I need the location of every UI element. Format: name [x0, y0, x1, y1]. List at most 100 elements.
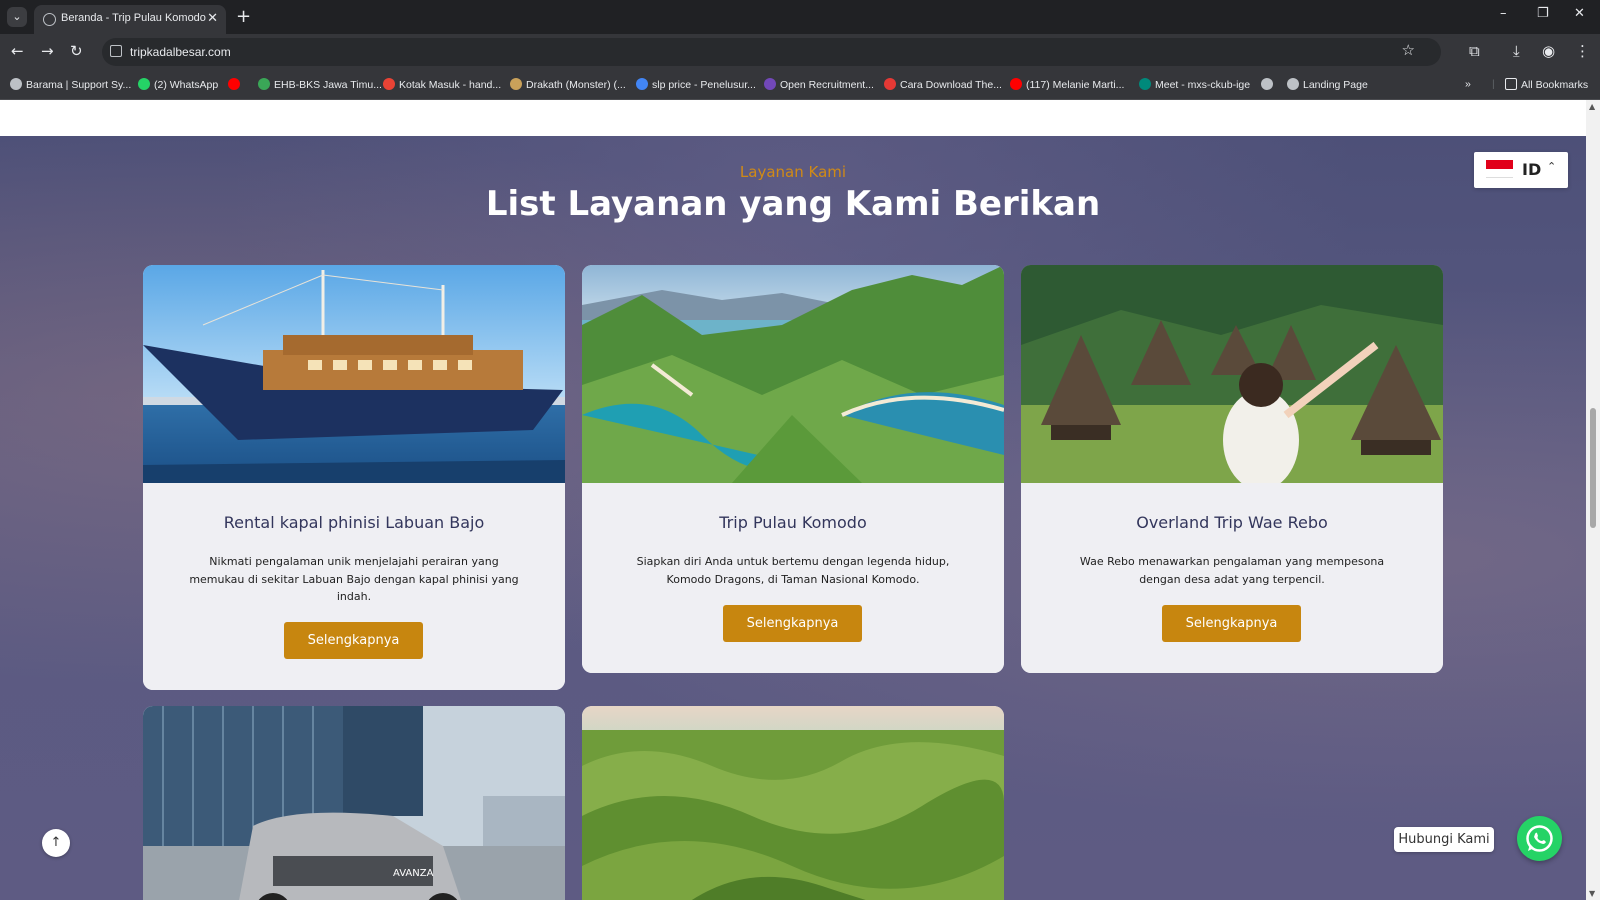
bookmark-label: (2) WhatsApp — [154, 79, 219, 91]
service-card-car-rental: AVANZA — [143, 706, 565, 900]
toyota-avanza-image: AVANZA — [143, 706, 565, 900]
forward-button[interactable]: → — [41, 42, 54, 60]
selengkapnya-button[interactable]: Selengkapnya — [284, 622, 423, 659]
bookmark-label: Cara Download The... — [900, 79, 1002, 91]
close-window-button[interactable]: ✕ — [1574, 6, 1585, 21]
bookmark-item[interactable]: Barama | Support Sy... — [10, 78, 131, 91]
language-code: ID — [1522, 160, 1542, 179]
new-tab-button[interactable]: + — [236, 6, 251, 27]
wae-rebo-image — [1021, 265, 1443, 483]
chevron-up-icon: ⌃ — [1547, 160, 1557, 173]
bookmark-label: (117) Melanie Marti... — [1026, 79, 1125, 91]
youtube-icon — [1010, 78, 1022, 90]
bookmark-item[interactable]: (2) WhatsApp — [138, 78, 218, 91]
menu-icon[interactable]: ⋮ — [1575, 42, 1590, 60]
site-icon — [258, 78, 270, 90]
globe-icon — [1287, 78, 1299, 90]
all-bookmarks-label: All Bookmarks — [1521, 79, 1589, 91]
scroll-up-arrow-icon[interactable]: ▲ — [1589, 102, 1595, 111]
download-icon[interactable]: ⤓ — [1513, 42, 1520, 60]
page-header-strip — [0, 100, 1586, 136]
service-card-phinisi: Rental kapal phinisi Labuan Bajo Nikmati… — [143, 265, 565, 690]
whatsapp-icon — [1526, 825, 1553, 852]
bookmark-label: Meet - mxs-ckub-ige — [1155, 79, 1251, 91]
site-info-icon[interactable] — [110, 45, 122, 57]
service-card-komodo: Trip Pulau Komodo Siapkan diri Anda untu… — [582, 265, 1004, 673]
card-body: Overland Trip Wae Rebo Wae Rebo menawark… — [1021, 483, 1443, 673]
site-icon — [884, 78, 896, 90]
phinisi-boat-image — [143, 265, 565, 483]
language-switcher[interactable]: ID ⌃ — [1474, 152, 1568, 188]
card-description: Wae Rebo menawarkan pengalaman yang memp… — [1079, 555, 1385, 586]
youtube-icon — [228, 78, 240, 90]
whatsapp-button[interactable] — [1517, 816, 1562, 861]
all-bookmarks-button[interactable]: All Bookmarks — [1505, 78, 1588, 91]
selengkapnya-button[interactable]: Selengkapnya — [1162, 605, 1301, 642]
indonesia-flag-icon — [1486, 160, 1513, 178]
whatsapp-label[interactable]: Hubungi Kami — [1394, 827, 1494, 852]
selengkapnya-button[interactable]: Selengkapnya — [723, 605, 862, 642]
restore-button[interactable]: ❐ — [1537, 6, 1549, 21]
card-body: Rental kapal phinisi Labuan Bajo Nikmati… — [143, 483, 565, 690]
services-section: Layanan Kami List Layanan yang Kami Beri… — [0, 136, 1586, 900]
extensions-icon[interactable]: ⧉ — [1469, 42, 1480, 60]
bookmark-label: EHB-BKS Jawa Timu... — [274, 79, 382, 91]
forms-icon — [764, 78, 776, 90]
bookmark-item[interactable] — [1261, 78, 1277, 91]
gmail-icon — [383, 78, 395, 90]
scroll-down-arrow-icon[interactable]: ▼ — [1589, 889, 1595, 898]
section-eyebrow: Layanan Kami — [739, 163, 847, 181]
bookmark-label: Barama | Support Sy... — [26, 79, 132, 91]
card-title: Trip Pulau Komodo — [719, 513, 867, 532]
bookmark-star-icon[interactable]: ☆ — [1402, 41, 1415, 59]
folder-icon — [1505, 78, 1517, 90]
bookmarks-bar: Landing Page Meet - mxs-ckub-ige (117) Mel… — [0, 70, 1600, 100]
url-text: tripkadalbesar.com — [130, 45, 231, 59]
bookmark-item[interactable]: slp price - Penelusur... — [636, 78, 756, 91]
bookmark-item[interactable]: Meet - mxs-ckub-ige — [1139, 78, 1250, 91]
web-page: Layanan Kami List Layanan yang Kami Beri… — [0, 100, 1600, 900]
bookmark-item[interactable]: Cara Download The... — [884, 78, 1002, 91]
google-icon — [636, 78, 648, 90]
site-icon — [510, 78, 522, 90]
bookmarks-overflow-button[interactable]: » — [1465, 78, 1471, 90]
active-tab[interactable]: Beranda - Trip Pulau Komodo ✕ — [34, 5, 226, 34]
bookmark-item[interactable]: Landing Page — [1287, 78, 1368, 91]
address-bar[interactable]: tripkadalbesar.com ☆ — [102, 38, 1441, 66]
card-description: Nikmati pengalaman unik menjelajahi pera… — [189, 555, 519, 603]
divider: | — [1492, 78, 1495, 90]
bookmark-item[interactable] — [228, 78, 244, 91]
section-title: List Layanan yang Kami Berikan — [485, 184, 1101, 224]
browser-toolbar: ← → ↻ tripkadalbesar.com ☆ ⧉ ⤓ ◉ ⋮ — [0, 34, 1600, 70]
globe-icon — [43, 13, 56, 26]
globe-icon — [10, 78, 22, 90]
bookmark-item[interactable]: Drakath (Monster) (... — [510, 78, 626, 91]
bookmark-label: slp price - Penelusur... — [652, 79, 756, 91]
page-scrollbar[interactable]: ▲ ▼ — [1586, 100, 1600, 900]
scroll-to-top-button[interactable]: ↑ — [42, 829, 70, 857]
tab-close-icon[interactable]: ✕ — [207, 11, 218, 26]
bookmark-item[interactable]: Kotak Masuk - hand... — [383, 78, 501, 91]
service-card-landscape — [582, 706, 1004, 900]
card-description: Siapkan diri Anda untuk bertemu dengan l… — [636, 555, 950, 586]
bookmark-item[interactable]: EHB-BKS Jawa Timu... — [258, 78, 382, 91]
scrollbar-thumb[interactable] — [1590, 408, 1596, 528]
bookmark-label: Open Recruitment... — [780, 79, 874, 91]
minimize-button[interactable]: – — [1500, 6, 1507, 21]
green-hills-image — [582, 706, 1004, 900]
whatsapp-icon — [138, 78, 150, 90]
card-title: Overland Trip Wae Rebo — [1136, 513, 1328, 532]
bookmark-label: Kotak Masuk - hand... — [399, 79, 502, 91]
tab-title: Beranda - Trip Pulau Komodo — [61, 12, 206, 24]
profile-icon[interactable]: ◉ — [1542, 42, 1555, 60]
tab-search-button[interactable]: ⌄ — [7, 7, 27, 27]
bookmark-label: Drakath (Monster) (... — [526, 79, 626, 91]
browser-tab-bar: ⌄ Beranda - Trip Pulau Komodo ✕ + – ❐ ✕ — [0, 0, 1600, 34]
car-badge: AVANZA — [393, 868, 434, 879]
bookmark-label: Landing Page — [1303, 79, 1368, 91]
back-button[interactable]: ← — [11, 42, 24, 60]
reload-button[interactable]: ↻ — [70, 42, 83, 60]
bookmark-item[interactable]: (117) Melanie Marti... — [1010, 78, 1124, 91]
bookmark-item[interactable]: Open Recruitment... — [764, 78, 874, 91]
meet-icon — [1139, 78, 1151, 90]
